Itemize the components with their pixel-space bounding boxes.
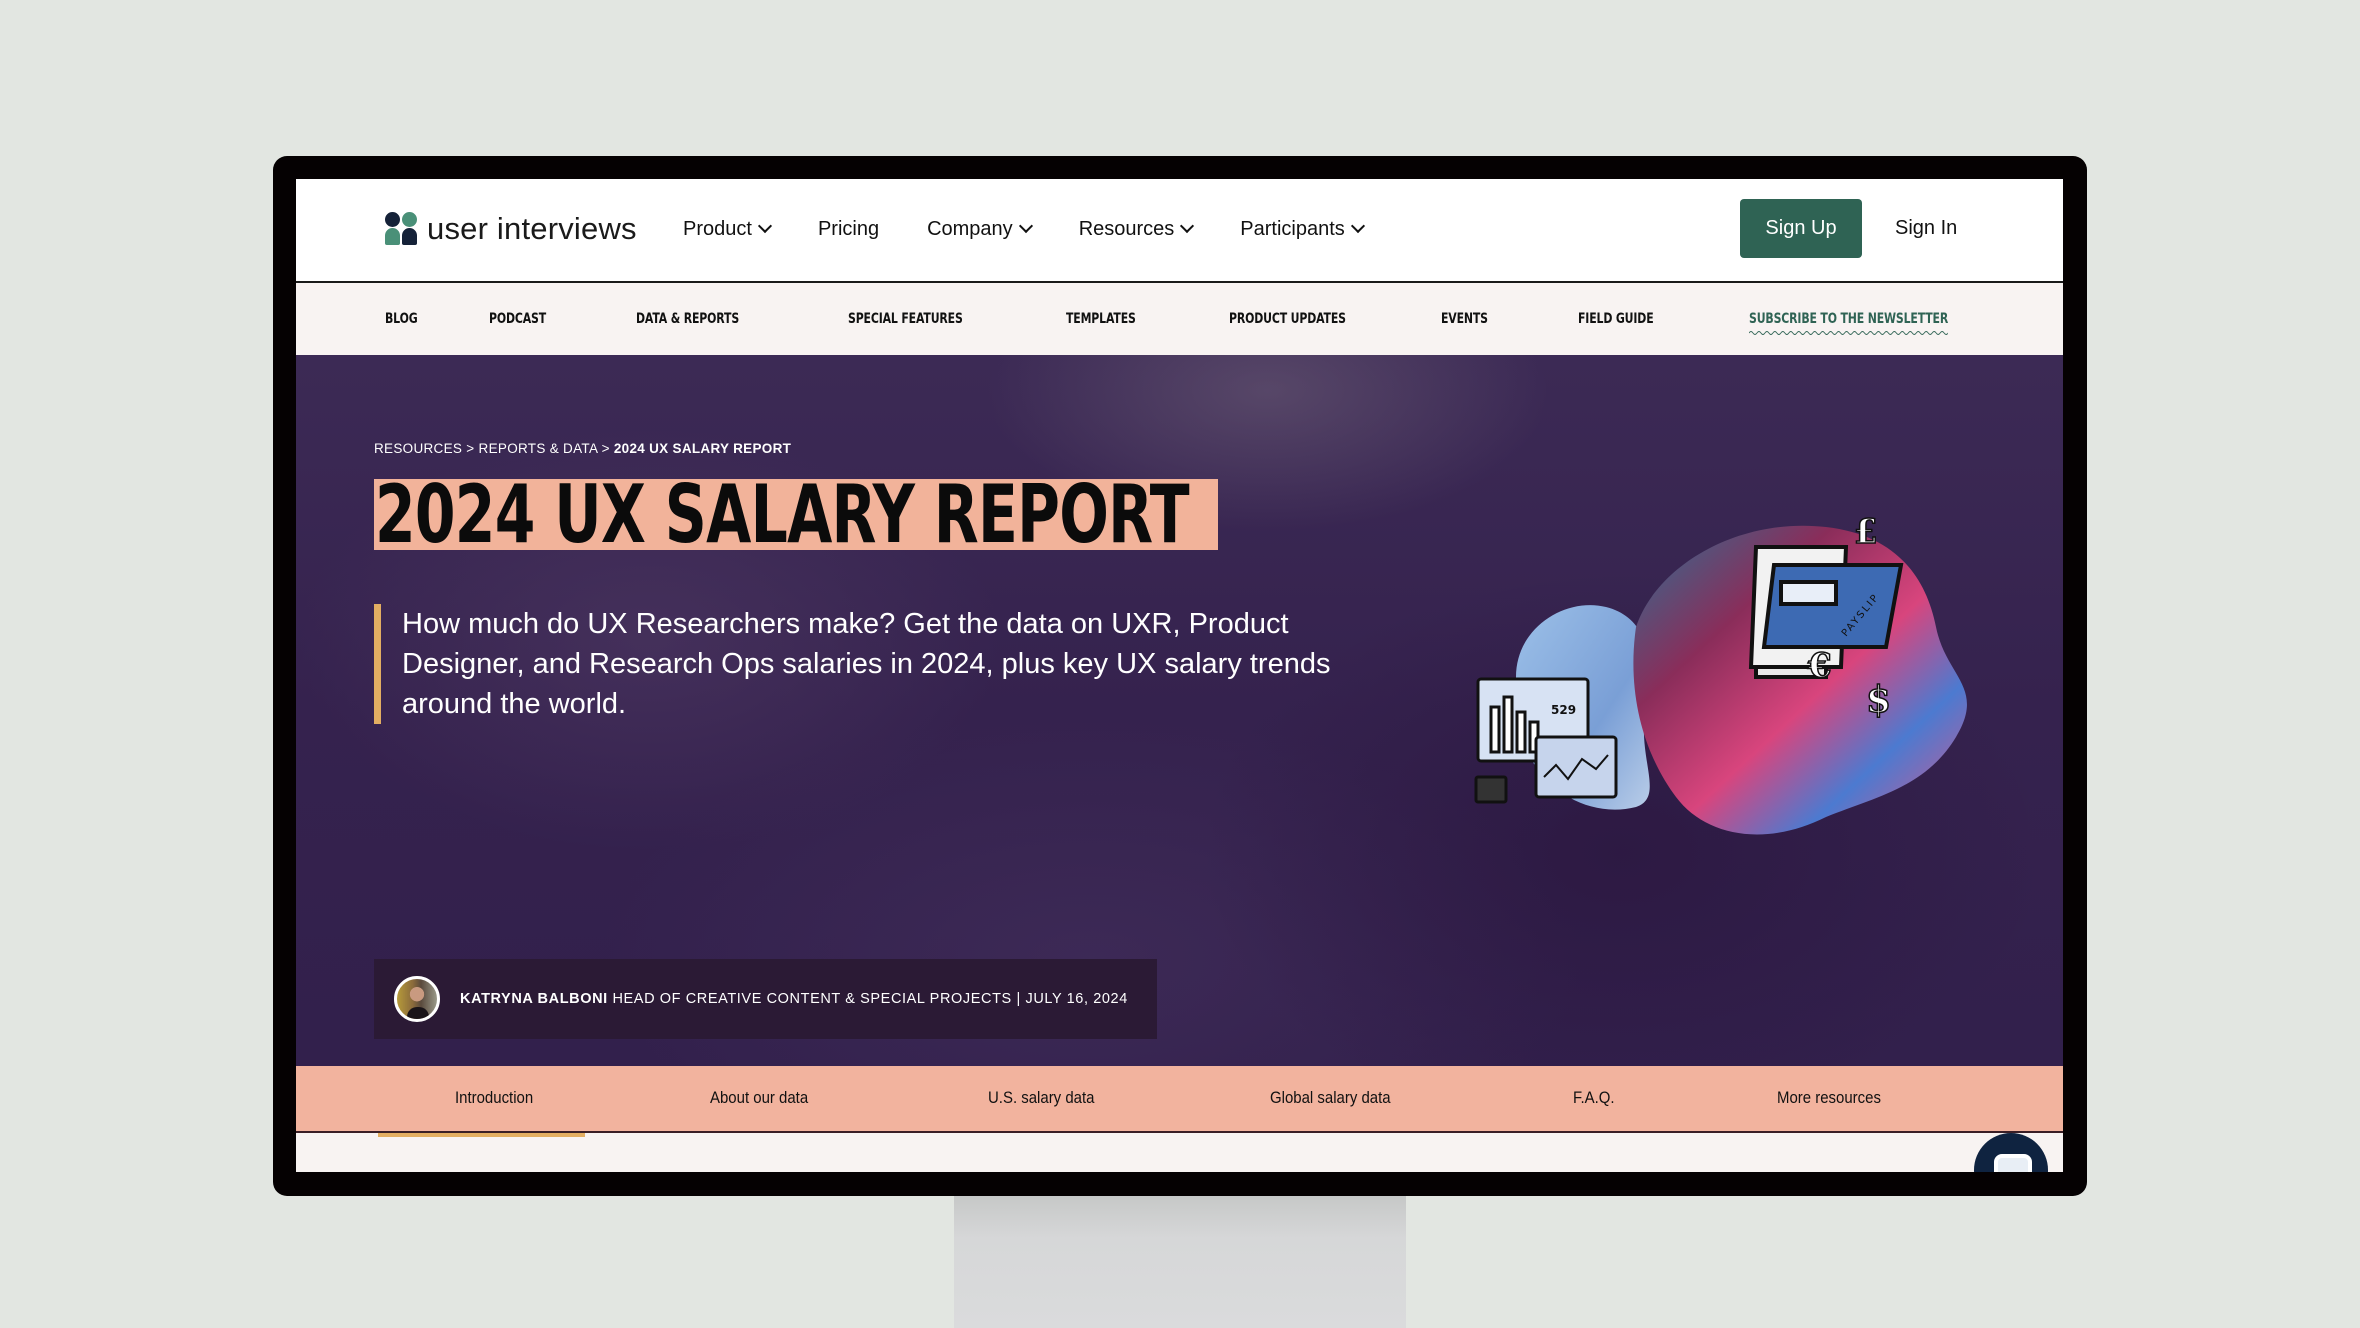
nav-label: Resources <box>1078 217 1175 240</box>
subnav-events[interactable]: EVENTS <box>1441 311 1488 327</box>
logo[interactable]: user interviews <box>385 211 637 247</box>
subscribe-newsletter-link[interactable]: SUBSCRIBE TO THE NEWSLETTER <box>1749 311 1949 335</box>
section-faq[interactable]: F.A.Q. <box>1573 1088 1615 1108</box>
stat-label: 529 <box>1551 703 1576 717</box>
page-title: 2024 UX SALARY REPORT <box>375 479 1190 550</box>
sign-up-button[interactable]: Sign Up <box>1740 199 1862 258</box>
nav-label: Pricing <box>817 217 880 240</box>
section-introduction[interactable]: Introduction <box>455 1088 533 1108</box>
subnav-field-guide[interactable]: FIELD GUIDE <box>1578 311 1654 327</box>
author-role: HEAD OF CREATIVE CONTENT & SPECIAL PROJE… <box>612 991 1012 1007</box>
section-nav: Introduction About our data U.S. salary … <box>296 1066 2063 1133</box>
nav-product[interactable]: Product <box>683 217 773 241</box>
monitor-stand <box>954 1190 1406 1328</box>
nav-label: Product <box>683 217 752 240</box>
section-global-salary-data[interactable]: Global salary data <box>1270 1088 1391 1108</box>
subnav-podcast[interactable]: PODCAST <box>489 311 546 327</box>
breadcrumb: RESOURCES > REPORTS & DATA > 2024 UX SAL… <box>374 441 791 456</box>
main-nav: Product Pricing Company Resources Partic… <box>683 179 1411 279</box>
author-byline: KATRYNA BALBONI HEAD OF CREATIVE CONTENT… <box>374 959 1157 1039</box>
dollar-icon: $ <box>1866 679 1891 721</box>
chevron-down-icon <box>757 218 773 234</box>
blog-subnav: BLOG PODCAST DATA & REPORTS SPECIAL FEAT… <box>296 284 2063 355</box>
hero-section: RESOURCES > REPORTS & DATA > 2024 UX SAL… <box>296 355 2063 1133</box>
site-header: user interviews Product Pricing Company … <box>296 179 2063 283</box>
section-more-resources[interactable]: More resources <box>1777 1088 1881 1108</box>
intro-paragraph: How much do UX Researchers make? Get the… <box>374 604 1334 724</box>
chevron-down-icon <box>1018 218 1033 234</box>
breadcrumb-current: 2024 UX SALARY REPORT <box>613 441 792 456</box>
logo-text: user interviews <box>427 211 637 246</box>
nav-label: Participants <box>1240 217 1345 240</box>
wavy-underline-icon <box>1749 331 1949 335</box>
nav-pricing[interactable]: Pricing <box>818 218 879 241</box>
subscribe-label: SUBSCRIBE TO THE NEWSLETTER <box>1749 311 1949 327</box>
nav-participants[interactable]: Participants <box>1240 217 1365 241</box>
sign-in-link[interactable]: Sign In <box>1895 199 1957 258</box>
breadcrumb-separator: > <box>466 441 475 456</box>
publish-date: JULY 16, 2024 <box>1025 991 1128 1007</box>
nav-resources[interactable]: Resources <box>1078 217 1195 241</box>
subnav-blog[interactable]: BLOG <box>385 311 418 327</box>
byline-separator: | <box>1016 991 1021 1007</box>
section-about-our-data[interactable]: About our data <box>710 1088 808 1108</box>
breadcrumb-separator: > <box>601 441 610 456</box>
author-name[interactable]: KATRYNA BALBONI <box>460 991 608 1007</box>
salary-illustration: 529 PAYSLIP £ € $ <box>1474 511 1967 835</box>
byline-text: KATRYNA BALBONI HEAD OF CREATIVE CONTENT… <box>460 991 1128 1007</box>
breadcrumb-resources[interactable]: RESOURCES <box>374 441 462 456</box>
nav-company[interactable]: Company <box>927 217 1033 241</box>
section-us-salary-data[interactable]: U.S. salary data <box>988 1088 1094 1108</box>
breadcrumb-reports-data[interactable]: REPORTS & DATA <box>479 441 598 456</box>
chevron-down-icon <box>1180 218 1195 234</box>
author-avatar <box>394 976 440 1022</box>
subnav-product-updates[interactable]: PRODUCT UPDATES <box>1229 311 1346 327</box>
subnav-data-reports[interactable]: DATA & REPORTS <box>636 311 739 327</box>
nav-label: Company <box>927 217 1013 240</box>
page-title-highlight: 2024 UX SALARY REPORT <box>374 479 1218 550</box>
browser-screen: user interviews Product Pricing Company … <box>296 179 2063 1172</box>
chevron-down-icon <box>1350 218 1365 234</box>
subnav-special-features[interactable]: SPECIAL FEATURES <box>848 311 963 327</box>
chat-widget-button[interactable] <box>1974 1133 2048 1172</box>
euro-icon: € <box>1807 646 1832 686</box>
logo-icon <box>385 212 419 246</box>
pound-icon: £ <box>1854 512 1878 552</box>
subnav-templates[interactable]: TEMPLATES <box>1066 311 1136 327</box>
